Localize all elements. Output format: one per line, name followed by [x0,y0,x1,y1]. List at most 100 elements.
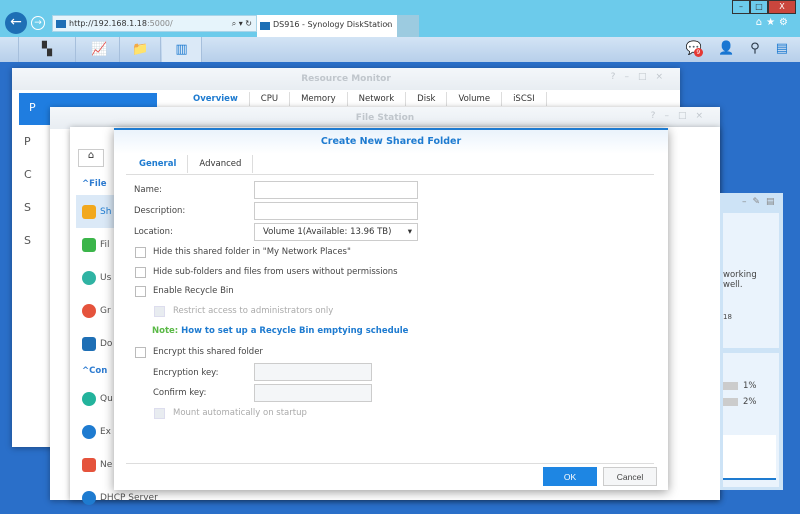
hide-subfolders-label: Hide sub-folders and files from users wi… [153,267,398,277]
ram-bar [723,398,738,406]
hide-network-places-checkbox[interactable] [135,247,146,258]
item-label: Sh [100,206,112,217]
network-graph [723,435,776,480]
forward-button[interactable]: → [31,16,45,30]
location-label: Location: [134,227,173,237]
minimize-button[interactable]: – [732,0,750,14]
description-input[interactable] [254,202,418,220]
window-buttons[interactable]: ?–□× [651,111,712,121]
cpu-value: 1% [743,381,757,391]
encryption-key-label: Encryption key: [153,368,219,378]
divider [126,174,654,175]
dialog-title: Create New Shared Folder [114,130,668,154]
new-tab-button[interactable] [397,15,419,37]
health-status: working well. [723,270,757,290]
note-label: Note: [152,326,179,336]
tab-advanced[interactable]: Advanced [188,155,254,173]
hide-subfolders-checkbox[interactable] [135,267,146,278]
address-bar[interactable]: http://192.168.1.18:5000/ ⌕ ▾ ↻ [52,15,257,32]
tab-volume[interactable]: Volume [447,92,503,106]
widget-panel: –✎▤ working well. 18 1% 2% [720,193,783,490]
name-input[interactable] [254,181,418,199]
create-shared-folder-dialog: Create New Shared Folder General Advance… [114,128,668,490]
search-icon[interactable]: ⚲ [750,41,760,56]
cpu-bar [723,382,738,390]
monitor-icon: 📈 [91,42,108,57]
tab-memory[interactable]: Memory [290,92,348,106]
main-menu-button[interactable]: ▚ [18,37,76,62]
hide-network-places-label: Hide this shared folder in "My Network P… [153,247,351,257]
window-buttons[interactable]: ?–□× [611,72,672,82]
widgets-icon[interactable]: ▤ [776,41,788,56]
resource-monitor-taskbar-button[interactable]: 📈 [80,37,120,62]
confirm-key-label: Confirm key: [153,388,207,398]
tab-overview[interactable]: Overview [182,92,250,106]
address-controls[interactable]: ⌕ ▾ ↻ [232,16,252,31]
uptime-fragment: 18 [723,313,732,321]
tab-network[interactable]: Network [348,92,407,106]
divider [126,463,654,464]
favicon-icon [56,20,66,28]
control-panel-taskbar-button[interactable]: ▥ [162,37,202,62]
shared-folder-icon [82,204,96,219]
back-button[interactable]: ← [5,12,27,34]
browser-tab[interactable]: DS916 - Synology DiskStation × [257,15,397,37]
domain-icon [82,336,96,351]
window-controls: – □ X [732,0,796,14]
user-icon[interactable]: 👤 [718,41,734,56]
home-button[interactable]: ⌂ [78,149,104,167]
sidebar-item[interactable]: C [24,168,32,181]
tab-general[interactable]: General [128,155,189,173]
ok-button[interactable]: OK [543,467,597,486]
ie-tools-icons[interactable]: ⌂★⚙ [756,17,792,28]
sidebar-item[interactable]: P [24,135,31,148]
group-icon [82,303,96,318]
item-label: Do [100,338,113,349]
item-label: Qu [100,393,113,404]
folder-icon: 📁 [132,42,149,57]
restrict-admin-checkbox[interactable] [154,306,165,317]
notification-badge: 9 [693,48,703,57]
tab-iscsi[interactable]: iSCSI [502,92,547,106]
section-label: Con [89,366,108,376]
tab-cpu[interactable]: CPU [250,92,291,106]
confirm-key-input[interactable] [254,384,372,402]
item-label: Ex [100,426,112,437]
item-label: Ne [100,459,113,470]
file-station-taskbar-button[interactable]: 📁 [121,37,161,62]
resource-tabs: Overview CPU Memory Network Disk Volume … [182,92,547,106]
encrypt-checkbox[interactable] [135,347,146,358]
item-label: Us [100,272,112,283]
sidebar-item[interactable]: S [24,201,31,214]
dhcp-icon [82,490,96,505]
grid-icon: ▚ [42,42,52,57]
close-button[interactable]: X [768,0,796,14]
recycle-schedule-link[interactable]: How to set up a Recycle Bin emptying sch… [181,326,408,336]
user-icon [82,270,96,285]
control-panel-icon: ▥ [175,42,188,57]
close-tab-icon[interactable]: × [384,15,391,35]
item-label: Fil [100,239,110,250]
cancel-button[interactable]: Cancel [603,467,657,486]
description-label: Description: [134,206,186,216]
maximize-button[interactable]: □ [750,0,768,14]
recycle-note: Note: How to set up a Recycle Bin emptyi… [152,326,408,336]
chevron-down-icon: ▾ [407,227,412,237]
notifications-icon[interactable]: 💬 9 [686,41,703,57]
tab-disk[interactable]: Disk [406,92,448,106]
enable-recycle-checkbox[interactable] [135,286,146,297]
window-title: Resource Monitor [12,68,680,90]
enable-recycle-label: Enable Recycle Bin [153,286,234,296]
location-select[interactable]: Volume 1(Available: 13.96 TB) ▾ [254,223,418,241]
location-value: Volume 1(Available: 13.96 TB) [263,227,392,237]
favicon-icon [260,22,270,30]
mount-auto-label: Mount automatically on startup [173,408,307,418]
window-title: File Station [50,107,720,129]
sidebar-item[interactable]: S [24,234,31,247]
ram-value: 2% [743,397,757,407]
dsm-taskbar: ▚ 📈 📁 ▥ [0,37,800,62]
encryption-key-input[interactable] [254,363,372,381]
widget-controls[interactable]: –✎▤ [742,197,781,207]
item-label: DHCP Server [100,492,158,503]
mount-auto-checkbox[interactable] [154,408,165,419]
